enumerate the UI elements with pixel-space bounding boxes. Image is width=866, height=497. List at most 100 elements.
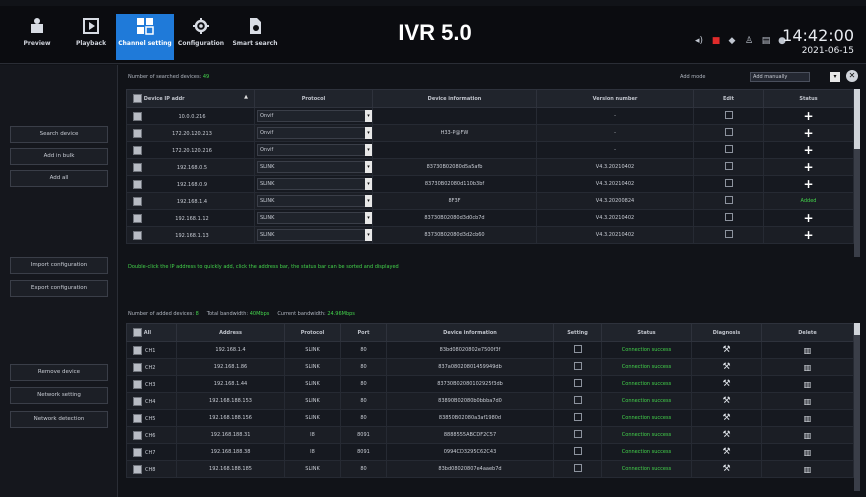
table-row[interactable]: 192.168.1.12 SLINK ▾ 83730B02080d3d0cb7d V4.… bbox=[126, 209, 854, 227]
wrench-icon[interactable]: ⚒ bbox=[722, 379, 730, 389]
nav-smart-search[interactable]: Smart search bbox=[226, 14, 284, 60]
edit-icon[interactable] bbox=[724, 145, 733, 153]
add-device-button[interactable]: + bbox=[803, 143, 813, 157]
network-icon[interactable]: ◆ bbox=[727, 36, 737, 46]
row-checkbox[interactable] bbox=[133, 379, 142, 389]
chevron-down-icon[interactable]: ▾ bbox=[365, 144, 372, 156]
add-device-button[interactable]: + bbox=[803, 126, 813, 140]
table-row[interactable]: 192.168.1.4 SLINK ▾ 8F3F V4.3.20200824 Added bbox=[126, 192, 854, 210]
table-row[interactable]: CH4 192.168.188.153 SLINK 80 83890B02080b0bb… bbox=[126, 392, 854, 410]
edit-icon[interactable] bbox=[573, 379, 582, 387]
table-row[interactable]: 172.20.120.216 Onvif ▾ - + bbox=[126, 141, 854, 159]
row-checkbox[interactable] bbox=[133, 362, 142, 372]
edit-icon[interactable] bbox=[724, 128, 733, 136]
edit-icon[interactable] bbox=[573, 430, 582, 438]
device-ip[interactable]: 192.168.0.9 bbox=[142, 182, 242, 188]
row-checkbox[interactable] bbox=[133, 179, 142, 189]
add-device-button[interactable]: + bbox=[803, 211, 813, 225]
edit-icon[interactable] bbox=[724, 230, 733, 238]
device-ip[interactable]: 192.168.1.13 bbox=[142, 233, 242, 239]
export-configuration-button[interactable]: Export configuration bbox=[10, 280, 108, 297]
chevron-down-icon[interactable]: ▾ bbox=[365, 229, 372, 241]
record-icon[interactable]: ■ bbox=[711, 36, 721, 46]
row-checkbox[interactable] bbox=[133, 396, 142, 406]
nav-preview[interactable]: Preview bbox=[8, 14, 66, 60]
edit-icon[interactable] bbox=[724, 162, 733, 170]
table-row[interactable]: 192.168.0.5 SLINK ▾ 83730B02080d5a5afb V4.3.… bbox=[126, 158, 854, 176]
protocol-select[interactable]: Onvif ▾ bbox=[257, 110, 372, 122]
add-device-button[interactable]: + bbox=[803, 160, 813, 174]
row-checkbox[interactable] bbox=[133, 162, 142, 172]
row-checkbox[interactable] bbox=[133, 345, 142, 355]
protocol-select[interactable]: SLINK ▾ bbox=[257, 178, 372, 190]
nav-channel-setting[interactable]: Channel setting bbox=[116, 14, 174, 60]
nav-playback[interactable]: Playback bbox=[62, 14, 120, 60]
add-device-button[interactable]: + bbox=[803, 109, 813, 123]
col-status[interactable]: Status bbox=[763, 89, 854, 108]
volume-icon[interactable]: ◂) bbox=[694, 36, 704, 46]
edit-icon[interactable] bbox=[573, 396, 582, 404]
table-row[interactable]: CH1 192.168.1.4 SLINK 80 83bd08020802e7500f3… bbox=[126, 341, 854, 359]
wrench-icon[interactable]: ⚒ bbox=[722, 447, 730, 457]
add-device-button[interactable]: + bbox=[803, 228, 813, 242]
storage-icon[interactable]: ▤ bbox=[761, 36, 771, 46]
device-ip-cell[interactable]: 192.168.0.9 bbox=[126, 175, 255, 193]
scrollbar-thumb[interactable] bbox=[854, 89, 860, 149]
chevron-down-icon[interactable]: ▾ bbox=[365, 110, 372, 122]
search-device-button[interactable]: Search device bbox=[10, 126, 108, 143]
wrench-icon[interactable]: ⚒ bbox=[722, 430, 730, 440]
device-ip-cell[interactable]: 192.168.1.13 bbox=[126, 226, 255, 244]
device-ip[interactable]: 192.168.1.4 bbox=[142, 199, 242, 205]
protocol-select[interactable]: SLINK ▾ bbox=[257, 195, 372, 207]
table-row[interactable]: 10.0.0.216 Onvif ▾ - + bbox=[126, 107, 854, 125]
add-device-button[interactable]: + bbox=[803, 177, 813, 191]
row-checkbox[interactable] bbox=[133, 145, 142, 155]
scrollbar-thumb[interactable] bbox=[854, 323, 860, 335]
select-all-checkbox[interactable] bbox=[133, 328, 142, 337]
close-icon[interactable]: ✕ bbox=[846, 70, 858, 82]
table-row[interactable]: CH7 192.168.188.38 I8 8091 0994CD3295C62C43 C… bbox=[126, 443, 854, 461]
edit-icon[interactable] bbox=[573, 362, 582, 370]
chevron-down-icon[interactable]: ▾ bbox=[830, 72, 840, 82]
table-row[interactable]: CH3 192.168.1.44 SLINK 80 83730B02080102925f… bbox=[126, 375, 854, 393]
device-ip-cell[interactable]: 10.0.0.216 bbox=[126, 107, 255, 125]
row-checkbox[interactable] bbox=[133, 111, 142, 121]
wrench-icon[interactable]: ⚒ bbox=[722, 396, 730, 406]
table-row[interactable]: 192.168.1.13 SLINK ▾ 83730B02080d3d2cb60 V4.… bbox=[126, 226, 854, 244]
chevron-down-icon[interactable]: ▾ bbox=[365, 161, 372, 173]
device-ip[interactable]: 10.0.0.216 bbox=[142, 114, 242, 120]
row-checkbox[interactable] bbox=[133, 447, 142, 457]
row-checkbox[interactable] bbox=[133, 213, 142, 223]
edit-icon[interactable] bbox=[724, 111, 733, 119]
protocol-select[interactable]: SLINK ▾ bbox=[257, 212, 372, 224]
wrench-icon[interactable]: ⚒ bbox=[722, 464, 730, 474]
wrench-icon[interactable]: ⚒ bbox=[722, 413, 730, 423]
table-row[interactable]: CH2 192.168.1.86 SLINK 80 837a08020801459949… bbox=[126, 358, 854, 376]
edit-icon[interactable] bbox=[724, 179, 733, 187]
import-configuration-button[interactable]: Import configuration bbox=[10, 257, 108, 274]
trash-icon[interactable]: ▥ bbox=[804, 465, 812, 474]
device-ip-cell[interactable]: 192.168.0.5 bbox=[126, 158, 255, 176]
network-setting-button[interactable]: Network setting bbox=[10, 387, 108, 404]
add-all-button[interactable]: Add all bbox=[10, 170, 108, 187]
protocol-select[interactable]: Onvif ▾ bbox=[257, 144, 372, 156]
trash-icon[interactable]: ▥ bbox=[804, 414, 812, 423]
device-ip[interactable]: 192.168.1.12 bbox=[142, 216, 242, 222]
trash-icon[interactable]: ▥ bbox=[804, 380, 812, 389]
table-row[interactable]: 192.168.0.9 SLINK ▾ 83730B02080d110b3bf V4.3… bbox=[126, 175, 854, 193]
col-device-ip[interactable]: Device IP addr ▲ bbox=[126, 89, 255, 108]
table-row[interactable]: 172.20.120.213 Onvif ▾ H33-P@FW - + bbox=[126, 124, 854, 142]
wrench-icon[interactable]: ⚒ bbox=[722, 362, 730, 372]
trash-icon[interactable]: ▥ bbox=[804, 431, 812, 440]
chevron-down-icon[interactable]: ▾ bbox=[365, 178, 372, 190]
edit-icon[interactable] bbox=[724, 196, 733, 204]
device-ip[interactable]: 192.168.0.5 bbox=[142, 165, 242, 171]
added-table-scrollbar[interactable] bbox=[854, 323, 860, 491]
sort-up-icon[interactable]: ▲ bbox=[244, 94, 248, 100]
device-ip-cell[interactable]: 172.20.120.216 bbox=[126, 141, 255, 159]
edit-icon[interactable] bbox=[573, 413, 582, 421]
add-in-bulk-button[interactable]: Add in bulk bbox=[10, 148, 108, 165]
device-ip-cell[interactable]: 172.20.120.213 bbox=[126, 124, 255, 142]
chevron-down-icon[interactable]: ▾ bbox=[365, 127, 372, 139]
chevron-down-icon[interactable]: ▾ bbox=[365, 212, 372, 224]
